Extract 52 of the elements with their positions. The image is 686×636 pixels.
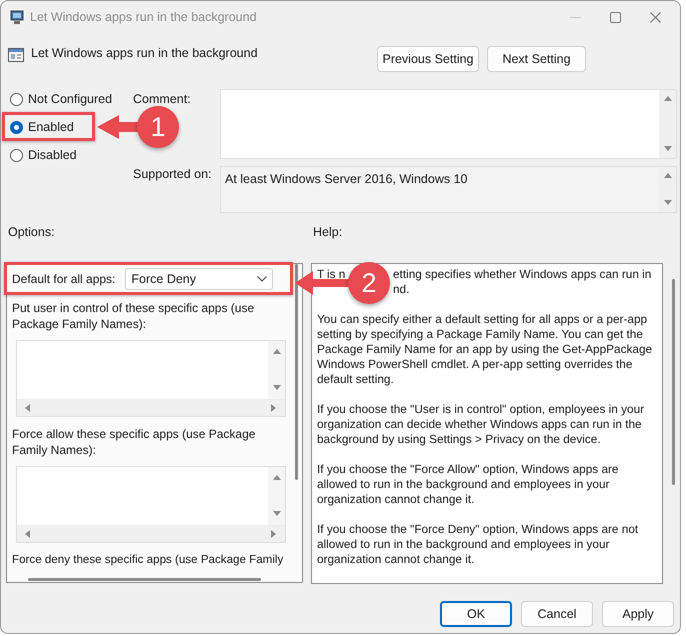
radio-label: Disabled — [28, 148, 77, 162]
scrollbar-thumb[interactable] — [672, 279, 675, 485]
comment-field[interactable] — [220, 89, 677, 159]
app-list-field[interactable] — [16, 340, 286, 417]
help-text: etting specifies whether Windows apps can run in — [393, 267, 652, 282]
previous-setting-button[interactable]: Previous Setting — [377, 46, 479, 72]
options-label: Options: — [7, 225, 56, 241]
cancel-button[interactable]: Cancel — [521, 601, 593, 627]
app-list-field[interactable] — [16, 466, 286, 543]
default-dropdown[interactable]: Force Deny — [125, 268, 274, 290]
policy-document-icon — [8, 47, 24, 63]
close-icon[interactable] — [650, 12, 661, 22]
help-paragraph: If you choose the "User is in control" option, employees in your organization can decide whether Windows apps can run in the background by using Settings > Privacy on the device. — [317, 402, 646, 447]
radio-label: Not Configured — [28, 92, 112, 106]
chevron-down-icon — [257, 276, 268, 282]
radio-option[interactable]: Disabled — [10, 141, 77, 169]
help-text: is n — [327, 267, 346, 282]
computer-icon — [9, 9, 25, 25]
scrollbar[interactable] — [659, 90, 676, 158]
up-arrow-icon[interactable] — [272, 473, 282, 483]
apply-button[interactable]: Apply — [602, 601, 674, 627]
radio-button[interactable] — [10, 92, 23, 106]
up-arrow-icon[interactable] — [662, 94, 672, 104]
help-paragraph: You can specify either a default setting for all apps or a per-app setting by specifying a Package Family Name. You can get the Package Family Name for an app by using the Get-AppPackage Windows PowerShell cmdlet. A per-app setting overrides the default setting. — [317, 312, 654, 387]
radio-button[interactable] — [10, 120, 23, 134]
list-label: Force deny these specific apps (use Package Family — [11, 553, 284, 566]
help-paragraph: If you choose the "Force Allow" option, Windows apps are allowed to run in the background and employees in your organization cannot change it. — [317, 462, 620, 507]
up-arrow-icon[interactable] — [662, 171, 672, 181]
left-arrow-icon[interactable] — [23, 529, 33, 539]
list-label: Force allow these specific apps (use Package Family Names): — [11, 426, 256, 458]
left-arrow-icon[interactable] — [23, 403, 33, 413]
radio-label: Enabled — [28, 120, 74, 134]
window-title: Let Windows apps run in the background — [30, 10, 257, 24]
radio-option[interactable]: Enabled — [10, 113, 74, 141]
help-paragraph: If you choose the "Force Deny" option, Windows apps are not allowed to run in the background and employees in your organization cannot change it. — [317, 522, 640, 567]
help-text: T — [317, 267, 324, 282]
scrollbar-thumb[interactable] — [295, 264, 298, 480]
ok-button[interactable]: OK — [440, 601, 512, 627]
radio-option[interactable]: Not Configured — [10, 85, 112, 113]
next-setting-button[interactable]: Next Setting — [487, 46, 586, 72]
policy-title: Let Windows apps run in the background — [31, 46, 258, 60]
maximize-icon[interactable] — [610, 12, 621, 22]
list-label: Put user in control of these specific apps (use Package Family Names): — [11, 300, 256, 332]
help-text: nd. — [393, 282, 410, 297]
radio-button[interactable] — [10, 148, 23, 162]
help-label: Help: — [313, 225, 342, 241]
horizontal-scrollbar-thumb[interactable] — [28, 578, 261, 581]
comment-label: Comment: — [133, 92, 191, 106]
supported-on-label: Supported on: — [133, 167, 212, 181]
default-label: Default for all apps: — [12, 272, 116, 286]
up-arrow-icon[interactable] — [272, 347, 282, 357]
supported-on-value: At least Windows Server 2016, Windows 10 — [224, 171, 468, 188]
